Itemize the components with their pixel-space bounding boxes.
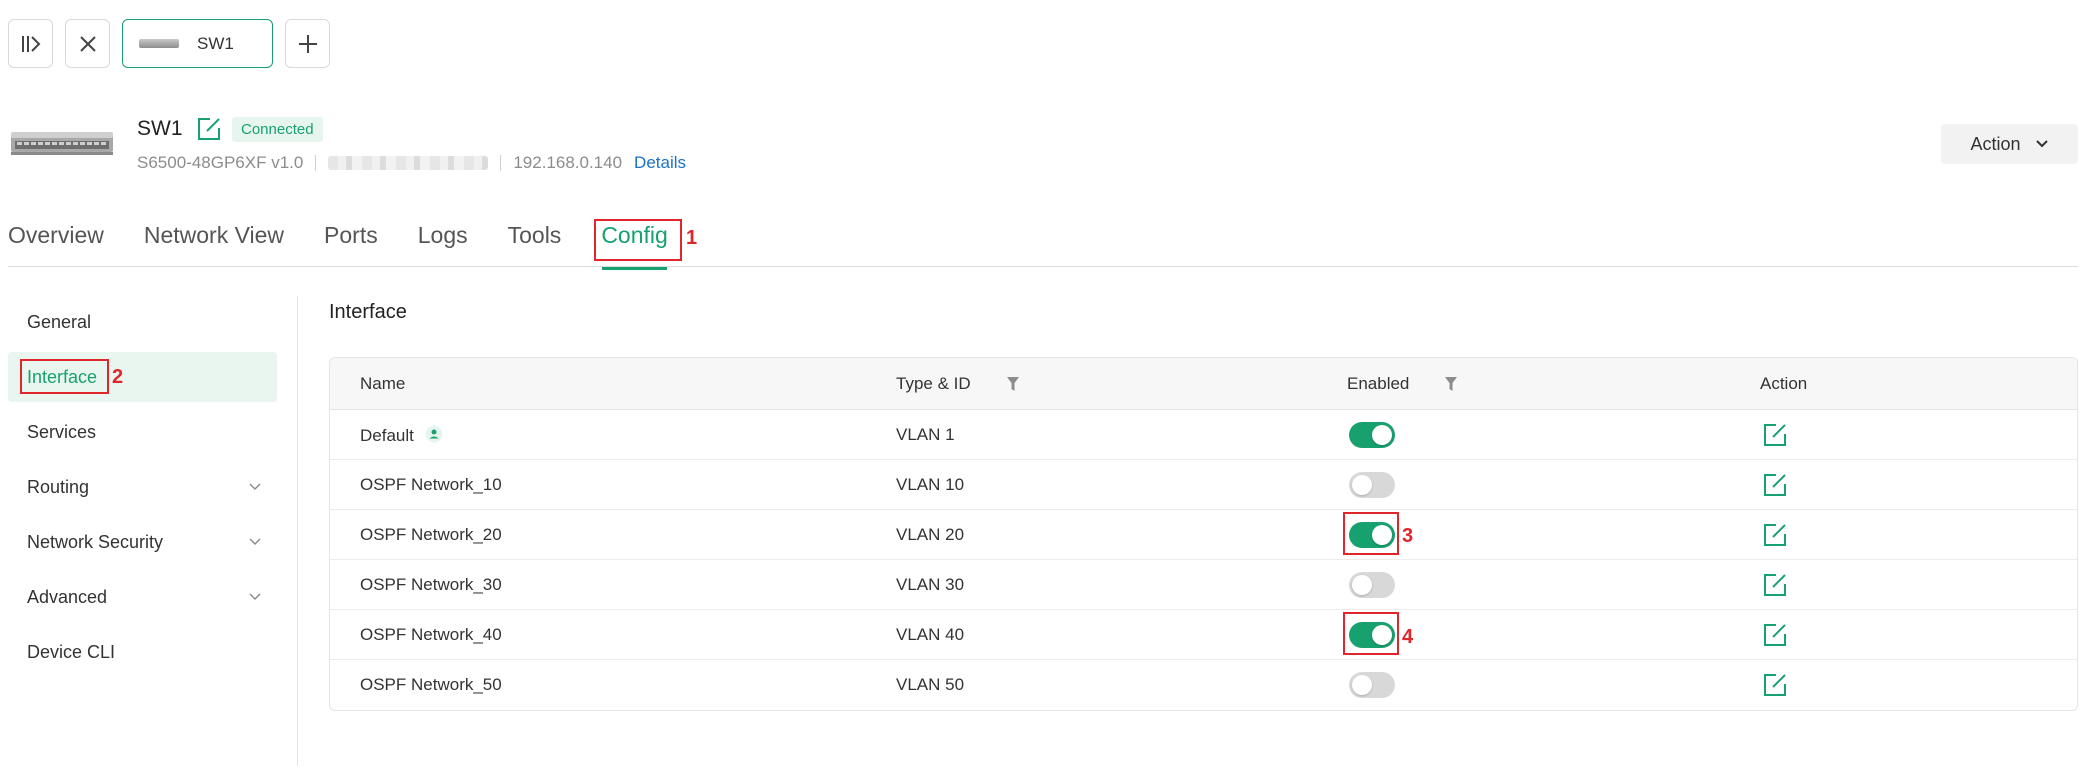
switch-thumbnail-icon: [139, 39, 179, 48]
enabled-toggle[interactable]: [1349, 572, 1395, 598]
tab-network-view[interactable]: Network View: [144, 222, 284, 258]
table-row: OSPF Network_50 VLAN 50: [330, 660, 2077, 710]
edit-icon[interactable]: [1762, 622, 1788, 648]
sidebar-item-label: Network Security: [27, 531, 164, 552]
annotation-box-interface: [20, 359, 109, 394]
table-row: OSPF Network_30 VLAN 30: [330, 560, 2077, 610]
table-row: OSPF Network_40 VLAN 40: [330, 610, 2077, 660]
type-id-cell: VLAN 1: [896, 425, 955, 444]
table-row: Default VLAN 1: [330, 410, 2077, 460]
toggle-knob: [1352, 475, 1372, 495]
sidebar-divider: [297, 296, 298, 766]
details-link[interactable]: Details: [634, 153, 686, 173]
annotation-number-4: 4: [1402, 626, 1414, 648]
interface-name: OSPF Network_50: [360, 675, 502, 694]
chevron-down-icon: [249, 593, 261, 601]
filter-icon[interactable]: [1006, 375, 1020, 393]
plus-icon: [298, 34, 317, 53]
column-header-action: Action: [1760, 374, 1808, 393]
column-header-enabled: Enabled: [1347, 374, 1410, 393]
interface-table: Name Type & ID Enabled Action Default VL…: [329, 357, 2078, 711]
chevron-down-icon: [249, 483, 261, 491]
toggle-knob: [1352, 575, 1372, 595]
sidebar-item-routing[interactable]: Routing: [8, 462, 277, 512]
type-id-cell: VLAN 10: [896, 475, 965, 494]
chevron-down-icon: [249, 538, 261, 546]
close-icon: [79, 35, 96, 52]
type-id-cell: VLAN 50: [896, 675, 965, 694]
annotation-number-2: 2: [112, 366, 124, 388]
sidebar-item-label: Device CLI: [27, 641, 116, 662]
close-button[interactable]: [65, 19, 110, 68]
table-header: Name Type & ID Enabled Action: [330, 358, 2077, 410]
interface-name: Default: [360, 426, 414, 445]
device-ip: 192.168.0.140: [513, 153, 623, 172]
expand-sidebar-button[interactable]: [8, 19, 53, 68]
type-id-cell: VLAN 30: [896, 575, 965, 594]
enabled-toggle[interactable]: [1349, 472, 1395, 498]
sidebar-item-label: General: [27, 311, 92, 332]
annotation-box-toggle-vlan20: [1343, 512, 1399, 555]
filter-icon[interactable]: [1444, 375, 1458, 393]
chevron-down-icon: [2035, 140, 2048, 148]
enabled-toggle[interactable]: [1349, 672, 1395, 698]
table-row: OSPF Network_10 VLAN 10: [330, 460, 2077, 510]
edit-icon[interactable]: [1762, 472, 1788, 498]
redacted-mac-address: [328, 156, 489, 170]
user-icon: [425, 425, 443, 443]
tab-tools[interactable]: Tools: [508, 222, 562, 258]
sidebar-item-general[interactable]: General: [8, 297, 277, 347]
interface-name: OSPF Network_40: [360, 625, 502, 644]
annotation-box-toggle-vlan40: [1343, 612, 1399, 655]
sidebar-toggle-icon: [21, 35, 40, 52]
annotation-number-3: 3: [1402, 525, 1414, 547]
switch-device-image: [11, 132, 113, 155]
tabs-divider: [8, 266, 2078, 267]
column-header-name: Name: [360, 374, 406, 393]
section-title: Interface: [329, 301, 407, 323]
sidebar-item-label: Services: [27, 421, 97, 442]
interface-name: OSPF Network_30: [360, 575, 502, 594]
tab-overview[interactable]: Overview: [8, 222, 104, 258]
interface-name-cell: Default: [360, 425, 443, 446]
column-header-type-id: Type & ID: [896, 374, 971, 393]
meta-divider: [315, 155, 317, 171]
enabled-toggle[interactable]: [1349, 422, 1395, 448]
toggle-knob: [1372, 425, 1392, 445]
top-toolbar: SW1: [8, 19, 330, 68]
edit-icon[interactable]: [1762, 672, 1788, 698]
annotation-number-1: 1: [686, 227, 698, 249]
interface-name: OSPF Network_10: [360, 475, 502, 494]
device-action-button[interactable]: Action: [1941, 124, 2078, 164]
add-tab-button[interactable]: [285, 19, 330, 68]
sidebar-item-label: Routing: [27, 476, 90, 497]
action-button-label: Action: [1970, 133, 2021, 154]
type-id-cell: VLAN 40: [896, 625, 965, 644]
device-model: S6500-48GP6XF v1.0: [137, 153, 304, 172]
device-name: SW1: [137, 117, 183, 140]
sidebar-item-label: Advanced: [27, 586, 108, 607]
sidebar-item-network-security[interactable]: Network Security: [8, 517, 277, 567]
edit-icon[interactable]: [1762, 422, 1788, 448]
sidebar-item-device-cli[interactable]: Device CLI: [8, 627, 277, 677]
interface-name: OSPF Network_20: [360, 525, 502, 544]
table-row: OSPF Network_20 VLAN 20: [330, 510, 2077, 560]
sidebar-item-services[interactable]: Services: [8, 407, 277, 457]
device-tab-label: SW1: [197, 33, 234, 53]
device-tab-sw1[interactable]: SW1: [122, 19, 273, 68]
annotation-box-config-tab: [594, 219, 682, 261]
status-badge: Connected: [232, 117, 323, 142]
device-meta: S6500-48GP6XF v1.0 192.168.0.140 Details: [137, 152, 686, 174]
toggle-knob: [1352, 675, 1372, 695]
tab-ports[interactable]: Ports: [324, 222, 378, 258]
edit-icon[interactable]: [1762, 522, 1788, 548]
tab-logs[interactable]: Logs: [418, 222, 468, 258]
type-id-cell: VLAN 20: [896, 525, 965, 544]
sidebar-item-advanced[interactable]: Advanced: [8, 572, 277, 622]
meta-divider: [500, 155, 502, 171]
edit-device-name-icon[interactable]: [196, 116, 222, 142]
edit-icon[interactable]: [1762, 572, 1788, 598]
